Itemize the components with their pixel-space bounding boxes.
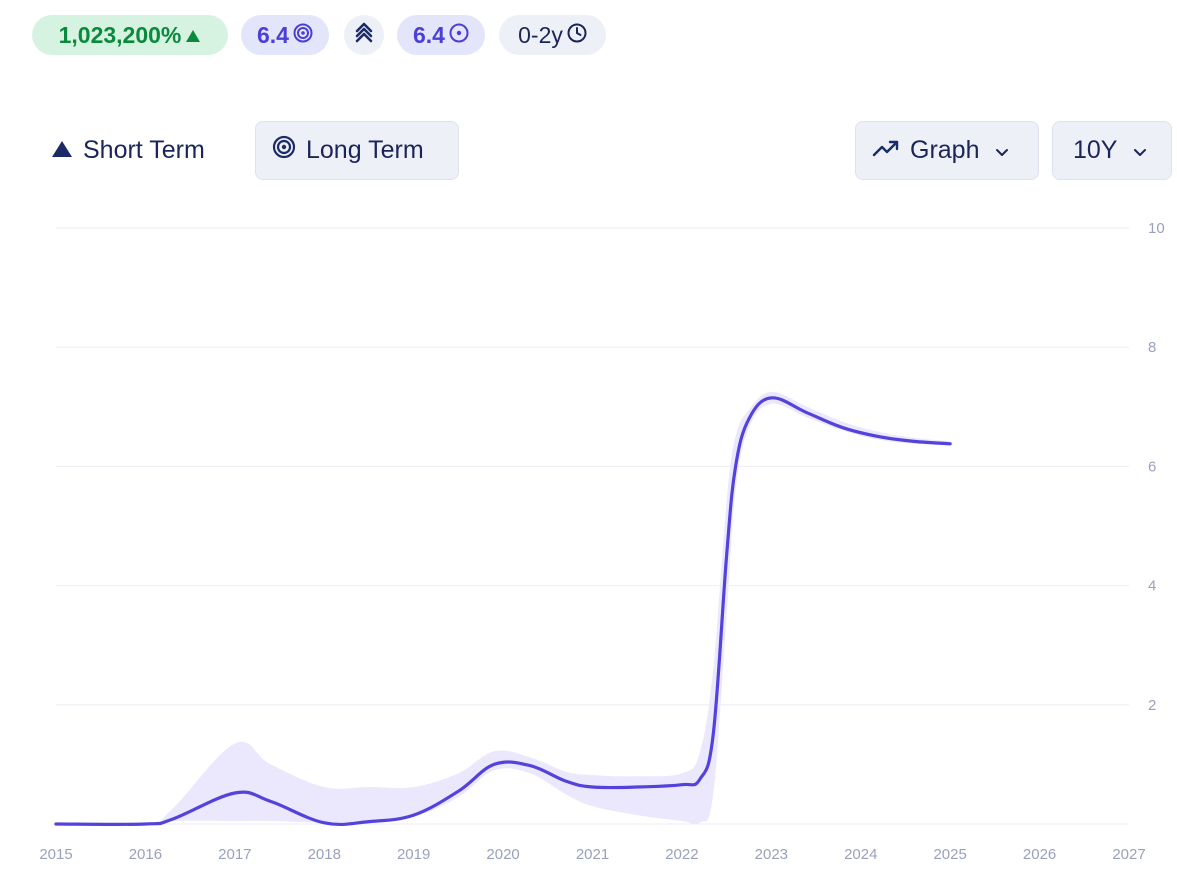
range-dropdown[interactable]: 10Y [1052,121,1172,180]
growth-badge: 1,023,200% [32,15,228,55]
x-tick-label: 2019 [397,846,430,863]
horizon-value: 0-2y [518,21,563,48]
range-label: 10Y [1073,136,1118,164]
horizon-badge: 0-2y [499,15,606,55]
x-tick-label: 2017 [218,846,251,863]
x-tick-label: 2015 [39,846,72,863]
triangle-icon [51,136,73,165]
target-icon [293,22,313,49]
growth-value: 1,023,200% [58,21,182,48]
trend-chart: 2 4 6 8 10 2015 2016 2017 2018 2019 2020 2021 2022 20… [39,220,1165,863]
y-tick-label: 10 [1148,220,1165,237]
y-tick-label: 2 [1148,697,1156,714]
short-term-label: Short Term [83,136,205,164]
chevron-down-icon [1133,136,1147,165]
speed-badge [344,15,384,55]
x-tick-label: 2022 [665,846,698,863]
double-chevron-up-icon [354,21,374,49]
x-tick-label: 2016 [129,846,162,863]
trending-up-icon [872,136,900,165]
confidence-band [56,391,951,826]
short-term-toggle[interactable]: Short Term [40,121,245,180]
x-tick-label: 2024 [844,846,877,863]
clock-icon [567,22,587,49]
long-term-toggle[interactable]: Long Term [255,121,459,180]
x-tick-label: 2021 [576,846,609,863]
secondary-score-badge: 6.4 [397,15,485,55]
long-term-label: Long Term [306,136,424,164]
circle-dot-icon [449,22,469,49]
y-tick-label: 8 [1148,339,1156,356]
triangle-up-icon [185,22,201,49]
x-tick-label: 2023 [755,846,788,863]
y-tick-label: 4 [1148,578,1156,595]
y-tick-label: 6 [1148,458,1156,475]
secondary-score-value: 6.4 [413,21,445,48]
score-value: 6.4 [257,21,289,48]
x-tick-label: 2027 [1112,846,1145,863]
chevron-down-icon [995,136,1009,165]
view-dropdown[interactable]: Graph [855,121,1039,180]
x-tick-label: 2020 [486,846,519,863]
score-badge: 6.4 [241,15,329,55]
x-tick-label: 2025 [933,846,966,863]
x-tick-label: 2018 [308,846,341,863]
target-icon [272,135,296,166]
x-tick-label: 2026 [1023,846,1056,863]
view-label: Graph [910,136,980,164]
